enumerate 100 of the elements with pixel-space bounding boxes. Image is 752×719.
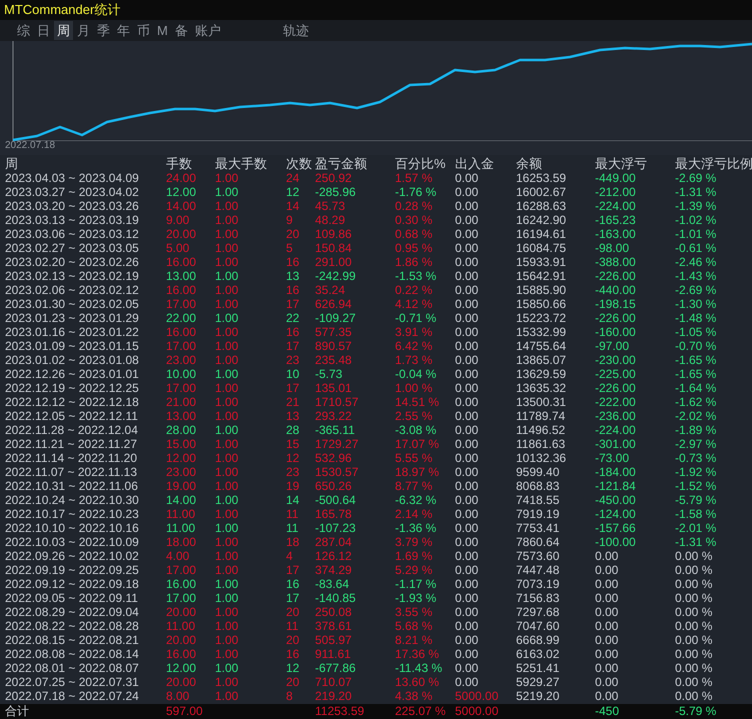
- table-cell-text: 8068.83: [516, 479, 560, 493]
- table-cell-text: 0.30 %: [395, 213, 434, 227]
- table-cell-text: -226.00: [595, 269, 637, 283]
- table-cell-text: -1.39 %: [675, 199, 718, 213]
- table-cell-text: 3.79 %: [395, 535, 434, 549]
- table-cell-text: -1.62 %: [675, 395, 718, 409]
- table-cell-text: 0.00 %: [675, 577, 714, 591]
- table-cell-text: 14.00: [166, 493, 198, 507]
- table-cell-text: -1.01 %: [675, 227, 718, 241]
- table-cell-text: -157.66: [595, 521, 637, 535]
- table-cell-text: 17.00: [166, 381, 198, 395]
- tab[interactable]: 综: [14, 21, 33, 40]
- table-cell-text: 5251.41: [516, 661, 560, 675]
- table-cell-text: -163.00: [595, 227, 637, 241]
- table-cell-text: -1.17 %: [395, 577, 438, 591]
- table-cell-text: 7573.60: [516, 549, 560, 563]
- table-cell-text: 0.00: [455, 535, 480, 549]
- table-cell-text: 7156.83: [516, 591, 560, 605]
- table-cell-text: 1.00: [215, 409, 240, 423]
- table-cell-text: 1.00: [215, 395, 240, 409]
- table-cell-text: 2022.10.24 ~ 2022.10.30: [5, 493, 140, 507]
- table-cell-text: 17: [286, 591, 300, 605]
- table-cell-text: 0.00: [455, 339, 480, 353]
- table-cell-text: 0.00: [455, 521, 480, 535]
- table-cell-text: 126.12: [315, 549, 353, 563]
- table-cell-text: 250.08: [315, 605, 353, 619]
- table-cell-text: 1.00: [215, 605, 240, 619]
- table-cell-text: 1.73 %: [395, 353, 434, 367]
- table-cell-text: 11496.52: [516, 423, 566, 437]
- table-cell-text: -1.48 %: [675, 311, 718, 325]
- table-cell-text: 13635.32: [516, 381, 568, 395]
- column-header: 最大手数: [215, 157, 268, 171]
- table-cell-text: 1.00: [215, 311, 240, 325]
- tab[interactable]: 月: [74, 21, 93, 40]
- table-cell-text: -388.00: [595, 255, 637, 269]
- tab[interactable]: M: [154, 21, 171, 40]
- table-cell-text: 505.97: [315, 633, 353, 647]
- table-cell-text: 165.78: [315, 507, 353, 521]
- table-cell-text: 1.00: [215, 675, 240, 689]
- table-cell-text: 13865.07: [516, 353, 568, 367]
- table-cell-text: 21: [286, 395, 300, 409]
- column-header: 余额: [516, 157, 543, 171]
- table-cell-text: 0.00: [455, 423, 480, 437]
- table-cell-text: 20.00: [166, 605, 198, 619]
- table-cell-text: 0.00: [455, 507, 480, 521]
- table-cell-text: 19: [286, 479, 300, 493]
- table-cell-text: 293.22: [315, 409, 353, 423]
- tab[interactable]: 季: [94, 21, 113, 40]
- table-cell-text: 17: [286, 297, 300, 311]
- tab[interactable]: 币: [134, 21, 153, 40]
- table-cell-text: 6668.99: [516, 633, 560, 647]
- table-cell-text: 1.00: [215, 227, 240, 241]
- table-cell-text: -3.08 %: [395, 423, 438, 437]
- table-cell-text: 532.96: [315, 451, 353, 465]
- tab[interactable]: 周: [54, 21, 73, 40]
- table-cell-text: 1.69 %: [395, 549, 434, 563]
- table-cell-text: 2022.10.03 ~ 2022.10.09: [5, 535, 140, 549]
- table-cell-text: 9: [286, 213, 294, 227]
- table-cell-text: 17.36 %: [395, 647, 440, 661]
- table-cell-text: 2023.03.20 ~ 2023.03.26: [5, 199, 140, 213]
- table-cell-text: 1.00: [215, 269, 240, 283]
- table-cell-text: 2022.11.07 ~ 2022.11.13: [5, 465, 138, 479]
- table-cell-text: 17.00: [166, 339, 198, 353]
- table-cell-text: 7418.55: [516, 493, 560, 507]
- tab[interactable]: 账户: [192, 21, 224, 40]
- table-cell-text: 5.68 %: [395, 619, 434, 633]
- table-cell-text: 12: [286, 451, 300, 465]
- table-cell-text: -242.99: [315, 269, 357, 283]
- table-cell-text: 0.00: [455, 325, 480, 339]
- table-cell-text: 0.00: [455, 395, 480, 409]
- table-cell-text: 14: [286, 199, 300, 213]
- table-cell-text: 2022.10.10 ~ 2022.10.16: [5, 521, 140, 535]
- table-cell-text: 0.00: [455, 409, 480, 423]
- table-cell-text: 374.29: [315, 563, 353, 577]
- table-cell-text: 890.57: [315, 339, 353, 353]
- table-cell-text: 1.86 %: [395, 255, 434, 269]
- table-cell-text: 2022.11.28 ~ 2022.12.04: [5, 423, 139, 437]
- tab[interactable]: 备: [172, 21, 191, 40]
- table-cell-text: 0.00: [455, 297, 480, 311]
- table-cell-text: -140.85: [315, 591, 357, 605]
- table-cell-text: 0.00: [455, 577, 480, 591]
- table-cell-text: 17.07 %: [395, 437, 440, 451]
- table-cell-text: 9.00: [166, 213, 190, 227]
- tab[interactable]: 轨迹: [280, 21, 312, 40]
- table-cell-text: 0.00 %: [675, 661, 714, 675]
- table-cell-text: -2.02 %: [675, 409, 718, 423]
- table-cell-text: 1.00: [215, 213, 240, 227]
- tab[interactable]: 年: [114, 21, 133, 40]
- table-cell-text: 16253.59: [516, 171, 568, 185]
- table-cell-text: 2022.07.18 ~ 2022.07.24: [5, 689, 140, 703]
- table-cell-text: 1.00: [215, 591, 240, 605]
- table-cell-text: 11: [286, 521, 300, 535]
- table-cell-text: -1.30 %: [675, 297, 718, 311]
- table-cell-text: 20.00: [166, 675, 198, 689]
- table-cell-text: 2023.03.27 ~ 2023.04.02: [5, 185, 140, 199]
- tab[interactable]: 日: [34, 21, 53, 40]
- table-cell-text: -124.00: [595, 507, 637, 521]
- table-cell-text: -0.71 %: [395, 311, 438, 325]
- column-header: 百分比%: [395, 157, 447, 171]
- table-cell-text: 2022.11.14 ~ 2022.11.20: [5, 451, 138, 465]
